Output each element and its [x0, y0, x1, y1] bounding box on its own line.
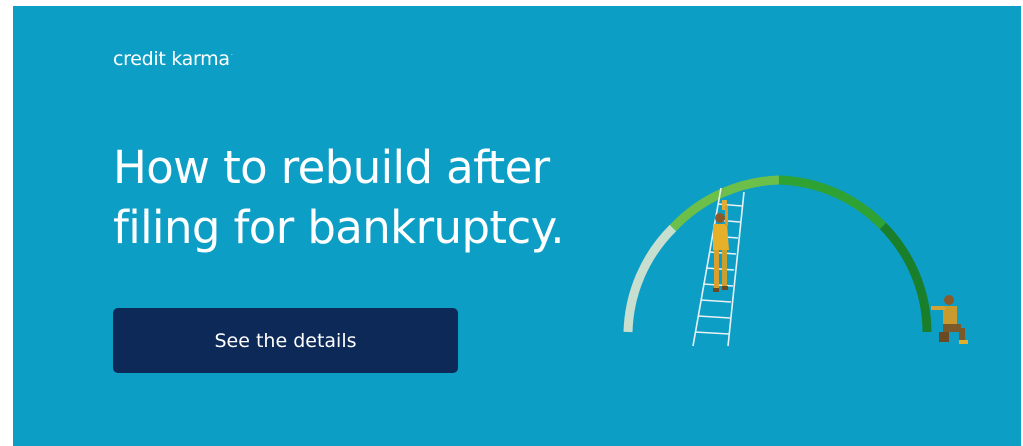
arc-segment-dark-green: [879, 222, 932, 333]
see-details-button[interactable]: See the details: [113, 308, 458, 373]
logo-mark: ·: [230, 51, 233, 59]
ad-banner[interactable]: credit karma· How to rebuild after filin…: [13, 6, 1021, 446]
logo-text: credit karma: [113, 48, 230, 70]
credit-score-arc-illustration: [623, 175, 968, 347]
kneeling-person-icon: [931, 295, 968, 344]
headline: How to rebuild after filing for bankrupt…: [113, 141, 565, 254]
arc-segment-light: [623, 224, 677, 333]
arc-segment-mid-green: [778, 175, 887, 230]
climbing-person-icon: [713, 200, 729, 292]
credit-karma-logo: credit karma·: [113, 48, 233, 70]
